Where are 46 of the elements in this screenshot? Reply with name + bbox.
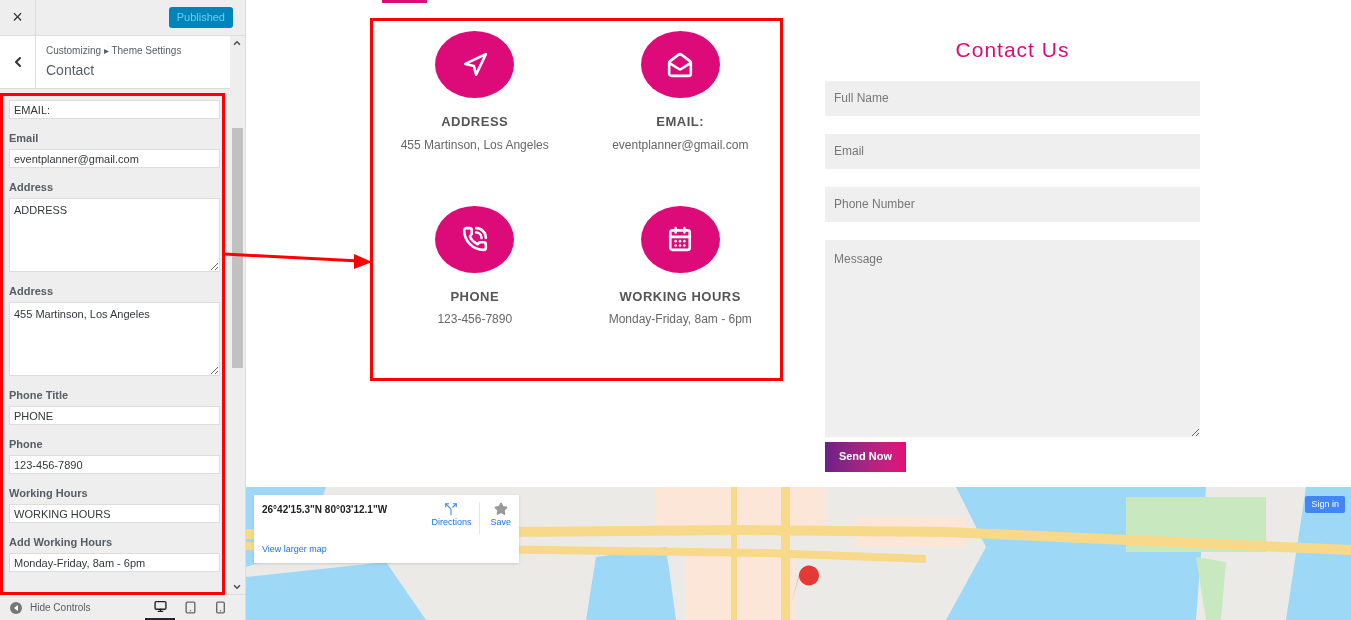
scroll-up-icon <box>232 38 242 48</box>
text-field[interactable]: Phone Number <box>825 186 1200 222</box>
directions-button[interactable]: Directions <box>431 502 472 534</box>
text-field[interactable]: 123-456-7890 <box>9 455 220 474</box>
field-label: Address <box>9 180 55 194</box>
text-field[interactable]: Full Name <box>825 80 1200 116</box>
scroll-down-icon <box>232 582 242 592</box>
text-field[interactable]: eventplanner@gmail.com <box>9 149 220 168</box>
contact-title: WORKING HOURS <box>619 287 741 306</box>
field-label: Address <box>9 284 55 298</box>
contact-detail: 455 Martinson, Los Angeles <box>400 136 549 154</box>
text-area[interactable]: ADDRESS <box>9 198 220 272</box>
text-area[interactable]: 455 Martinson, Los Angeles <box>9 302 220 376</box>
larger-map-link[interactable]: View larger map <box>262 542 432 556</box>
field-label: Phone <box>9 437 44 451</box>
contact-detail: Monday-Friday, 8am - 6pm <box>608 311 752 328</box>
sign-in-button[interactable]: Sign in <box>1305 496 1345 513</box>
mobile-icon <box>213 601 227 614</box>
text-field[interactable]: EMAIL: <box>9 100 220 119</box>
section-title: Contact <box>46 61 96 80</box>
directions-icon <box>444 502 459 516</box>
send-button[interactable]: Send Now <box>825 441 906 472</box>
save-button[interactable]: Save <box>479 502 511 534</box>
contact-detail: 123-456-7890 <box>437 311 513 328</box>
tablet-icon <box>183 601 197 614</box>
contact-title: EMAIL: <box>656 113 705 131</box>
hide-controls-button[interactable]: Hide Controls <box>10 600 91 615</box>
contact-title: ADDRESS <box>441 113 509 131</box>
text-field[interactable]: Email <box>825 133 1200 169</box>
text-field[interactable]: WORKING HOURS <box>9 504 220 523</box>
coordinates: 26°42'15.3"N 80°03'12.1"W <box>262 503 389 517</box>
star-icon <box>493 502 508 516</box>
text-field[interactable]: Monday-Friday, 8am - 6pm <box>9 553 220 572</box>
field-label: Email <box>9 131 40 145</box>
breadcrumb: Customizing ▸ Theme Settings <box>46 44 182 58</box>
text-field[interactable]: PHONE <box>9 406 220 425</box>
collapse-icon <box>10 601 22 614</box>
contact-title: PHONE <box>450 287 500 306</box>
field-label: Add Working Hours <box>9 535 114 549</box>
form-title: Contact Us <box>954 37 1071 63</box>
field-label: Working Hours <box>9 486 89 500</box>
desktop-icon <box>153 599 167 613</box>
close-button[interactable]: × <box>0 0 36 36</box>
contact-detail: eventplanner@gmail.com <box>612 136 749 154</box>
message-field[interactable]: Message <box>825 239 1200 437</box>
field-label: Phone Title <box>9 388 70 402</box>
